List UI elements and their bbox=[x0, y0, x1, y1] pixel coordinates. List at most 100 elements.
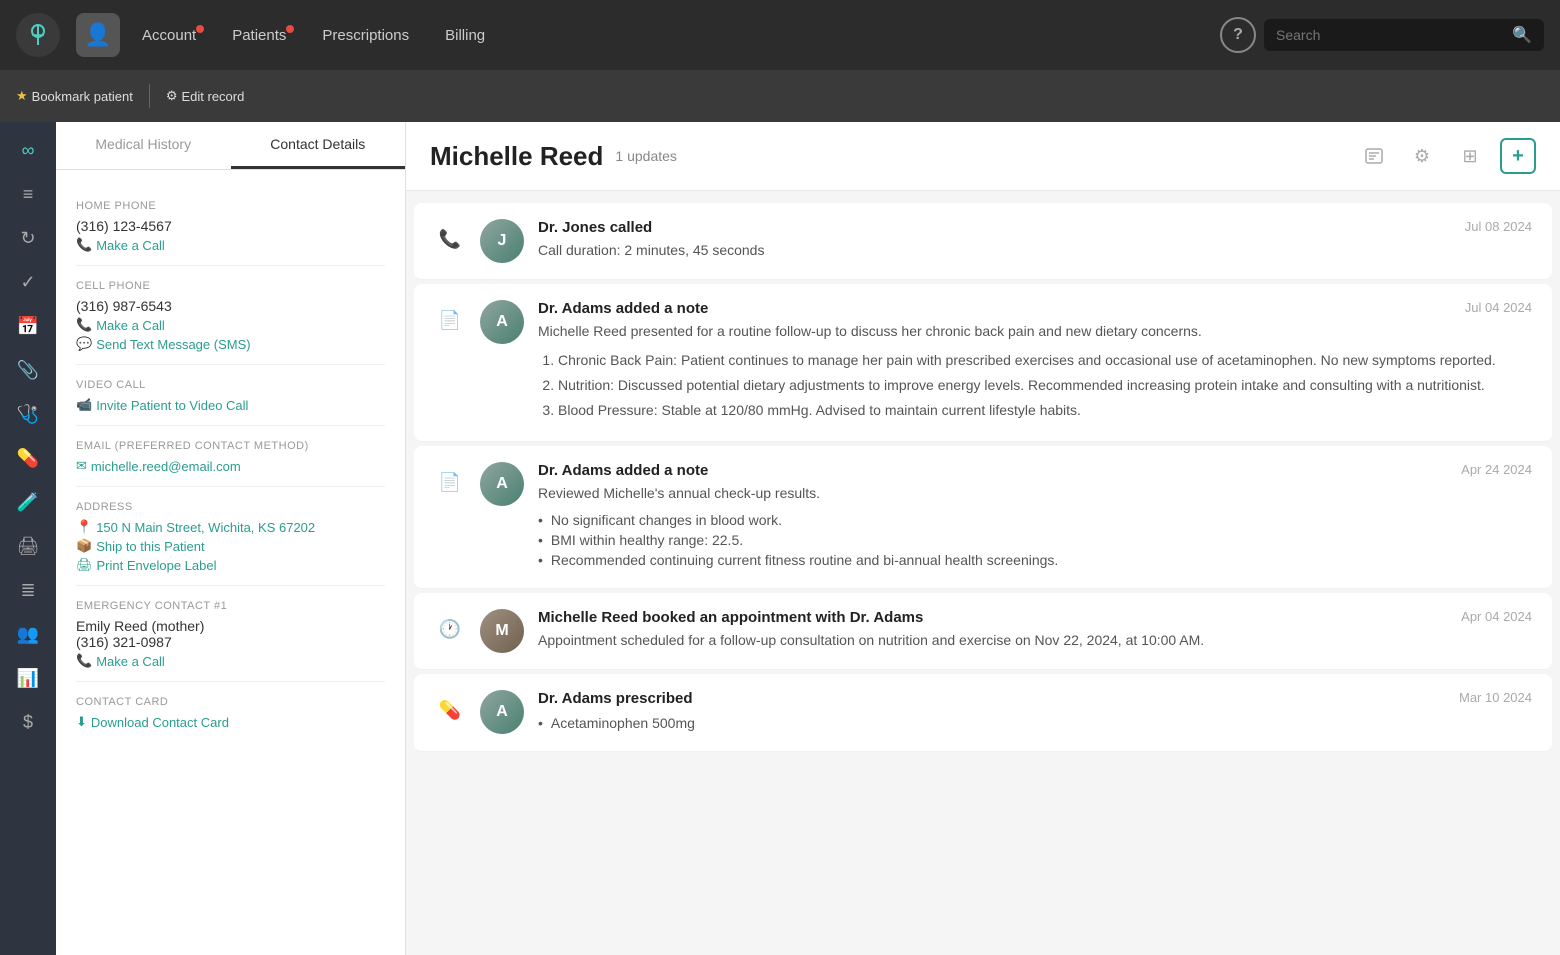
sidebar-icon-refresh[interactable]: ↻ bbox=[8, 218, 48, 258]
feed-item-prescription: 💊 A Dr. Adams prescribed Mar 10 2024 Ace… bbox=[414, 674, 1552, 752]
contact-card-label: Contact Card bbox=[76, 696, 385, 708]
sidebar-icon-pill[interactable]: 💊 bbox=[8, 438, 48, 478]
feed-body: Call duration: 2 minutes, 45 seconds bbox=[538, 240, 1532, 261]
tab-medical-history[interactable]: Medical History bbox=[56, 122, 231, 169]
feed-item-content: Dr. Jones called Jul 08 2024 Call durati… bbox=[538, 219, 1532, 261]
ship-icon: 📦 bbox=[76, 538, 92, 554]
grid-button[interactable]: ⊞ bbox=[1452, 138, 1488, 174]
feed-item-note-1: 📄 A Dr. Adams added a note Jul 04 2024 M… bbox=[414, 284, 1552, 442]
sidebar-icon-contacts[interactable]: 👥 bbox=[8, 614, 48, 654]
dr-adams-avatar: A bbox=[480, 300, 524, 344]
phone-icon: 📞 bbox=[76, 653, 92, 669]
sidebar-icon-billing[interactable]: $ bbox=[8, 702, 48, 742]
sidebar-icon-calendar[interactable]: 📅 bbox=[8, 306, 48, 346]
list-item: Blood Pressure: Stable at 120/80 mmHg. A… bbox=[558, 400, 1532, 421]
video-call-link[interactable]: 📹 Invite Patient to Video Call bbox=[76, 397, 385, 413]
download-contact-card-link[interactable]: ⬇ Download Contact Card bbox=[76, 714, 385, 730]
sidebar-icon-list[interactable]: ≣ bbox=[8, 570, 48, 610]
feed-list: Chronic Back Pain: Patient continues to … bbox=[538, 350, 1532, 421]
home-phone-call-link[interactable]: 📞 Make a Call bbox=[76, 237, 385, 253]
bullet-item: Acetaminophen 500mg bbox=[538, 715, 1532, 731]
location-icon: 📍 bbox=[76, 519, 92, 535]
feed-title: Dr. Adams added a note bbox=[538, 462, 708, 479]
sidebar-icon-attach[interactable]: 📎 bbox=[8, 350, 48, 390]
emergency-call-link[interactable]: 📞 Make a Call bbox=[76, 653, 385, 669]
settings-button[interactable]: ⚙ bbox=[1404, 138, 1440, 174]
feed-bullets: No significant changes in blood work. BM… bbox=[538, 512, 1532, 568]
emergency-contact-label: Emergency Contact #1 bbox=[76, 600, 385, 612]
sidebar-icon-lab[interactable]: 🧪 bbox=[8, 482, 48, 522]
divider bbox=[149, 84, 150, 108]
patient-name-area: Michelle Reed 1 updates bbox=[430, 141, 677, 172]
nav-patients[interactable]: Patients bbox=[218, 19, 300, 52]
search-bar: 🔍 bbox=[1264, 19, 1544, 51]
app-logo[interactable] bbox=[16, 13, 60, 57]
tab-contact-details[interactable]: Contact Details bbox=[231, 122, 406, 169]
feed-item-header: Dr. Jones called Jul 08 2024 bbox=[538, 219, 1532, 236]
divider bbox=[76, 265, 385, 266]
video-call-label: Video Call bbox=[76, 379, 385, 391]
emergency-phone: (316) 321-0987 bbox=[76, 634, 385, 650]
feed-item-content: Dr. Adams added a note Jul 04 2024 Miche… bbox=[538, 300, 1532, 425]
sidebar-icon-notes[interactable]: ≡ bbox=[8, 174, 48, 214]
feed-title: Dr. Jones called bbox=[538, 219, 652, 236]
divider bbox=[76, 486, 385, 487]
translate-button[interactable] bbox=[1356, 138, 1392, 174]
patient-avatar: M bbox=[480, 609, 524, 653]
help-button[interactable]: ? bbox=[1220, 17, 1256, 53]
feed-date: Apr 24 2024 bbox=[1461, 462, 1532, 477]
bullet-item: BMI within healthy range: 22.5. bbox=[538, 532, 1532, 548]
divider bbox=[76, 364, 385, 365]
gear-icon: ⚙ bbox=[166, 88, 178, 104]
list-item: Chronic Back Pain: Patient continues to … bbox=[558, 350, 1532, 371]
nav-prescriptions[interactable]: Prescriptions bbox=[308, 19, 423, 52]
print-icon: 🖨 bbox=[76, 557, 93, 573]
sidebar-icon-chart[interactable]: 📊 bbox=[8, 658, 48, 698]
phone-icon: 📞 bbox=[76, 237, 92, 253]
main-layout: ∞ ≡ ↻ ✓ 📅 📎 🩺 💊 🧪 🖨 ≣ 👥 📊 $ Medical Hist… bbox=[0, 122, 1560, 955]
sidebar-icon-stethoscope[interactable]: 🩺 bbox=[8, 394, 48, 434]
add-button[interactable]: + bbox=[1500, 138, 1536, 174]
nav-account[interactable]: Account bbox=[128, 19, 210, 52]
patients-dot bbox=[286, 25, 294, 33]
list-item: Nutrition: Discussed potential dietary a… bbox=[558, 375, 1532, 396]
email-link[interactable]: ✉ michelle.reed@email.com bbox=[76, 458, 385, 474]
patient-header: Michelle Reed 1 updates ⚙ ⊞ + bbox=[406, 122, 1560, 191]
nav-billing[interactable]: Billing bbox=[431, 19, 499, 52]
print-envelope-link[interactable]: 🖨 Print Envelope Label bbox=[76, 557, 385, 573]
cell-phone-value: (316) 987-6543 bbox=[76, 298, 385, 314]
phone-icon: 📞 bbox=[76, 317, 92, 333]
feed-item-header: Michelle Reed booked an appointment with… bbox=[538, 609, 1532, 626]
bookmark-patient-button[interactable]: ★ Bookmark patient bbox=[16, 88, 133, 104]
feed-item-call: 📞 J Dr. Jones called Jul 08 2024 Call du… bbox=[414, 203, 1552, 280]
feed-item-header: Dr. Adams added a note Jul 04 2024 bbox=[538, 300, 1532, 317]
sidebar-icon-infinity[interactable]: ∞ bbox=[8, 130, 48, 170]
user-avatar[interactable]: 👤 bbox=[76, 13, 120, 57]
divider bbox=[76, 585, 385, 586]
right-main: Michelle Reed 1 updates ⚙ ⊞ + bbox=[406, 122, 1560, 955]
sidebar-icon-check[interactable]: ✓ bbox=[8, 262, 48, 302]
patient-updates: 1 updates bbox=[615, 148, 677, 164]
top-nav: 👤 Account Patients Prescriptions Billing… bbox=[0, 0, 1560, 70]
feed-body: Appointment scheduled for a follow-up co… bbox=[538, 630, 1532, 651]
feed-body: Michelle Reed presented for a routine fo… bbox=[538, 321, 1532, 342]
divider bbox=[76, 681, 385, 682]
feed-date: Mar 10 2024 bbox=[1459, 690, 1532, 705]
cell-sms-link[interactable]: 💬 Send Text Message (SMS) bbox=[76, 336, 385, 352]
bullet-item: No significant changes in blood work. bbox=[538, 512, 1532, 528]
download-icon: ⬇ bbox=[76, 714, 87, 730]
feed-date: Jul 08 2024 bbox=[1465, 219, 1532, 234]
sidebar-icon-print[interactable]: 🖨 bbox=[8, 526, 48, 566]
account-dot bbox=[196, 25, 204, 33]
ship-to-patient-link[interactable]: 📦 Ship to this Patient bbox=[76, 538, 385, 554]
feed-date: Apr 04 2024 bbox=[1461, 609, 1532, 624]
search-input[interactable] bbox=[1276, 27, 1504, 43]
feed-item-note-2: 📄 A Dr. Adams added a note Apr 24 2024 R… bbox=[414, 446, 1552, 589]
edit-record-button[interactable]: ⚙ Edit record bbox=[166, 88, 245, 104]
cell-phone-label: Cell Phone bbox=[76, 280, 385, 292]
activity-feed: 📞 J Dr. Jones called Jul 08 2024 Call du… bbox=[406, 191, 1560, 764]
feed-item-content: Michelle Reed booked an appointment with… bbox=[538, 609, 1532, 651]
cell-phone-call-link[interactable]: 📞 Make a Call bbox=[76, 317, 385, 333]
search-icon: 🔍 bbox=[1512, 25, 1532, 45]
clock-icon: 🕐 bbox=[434, 613, 466, 645]
